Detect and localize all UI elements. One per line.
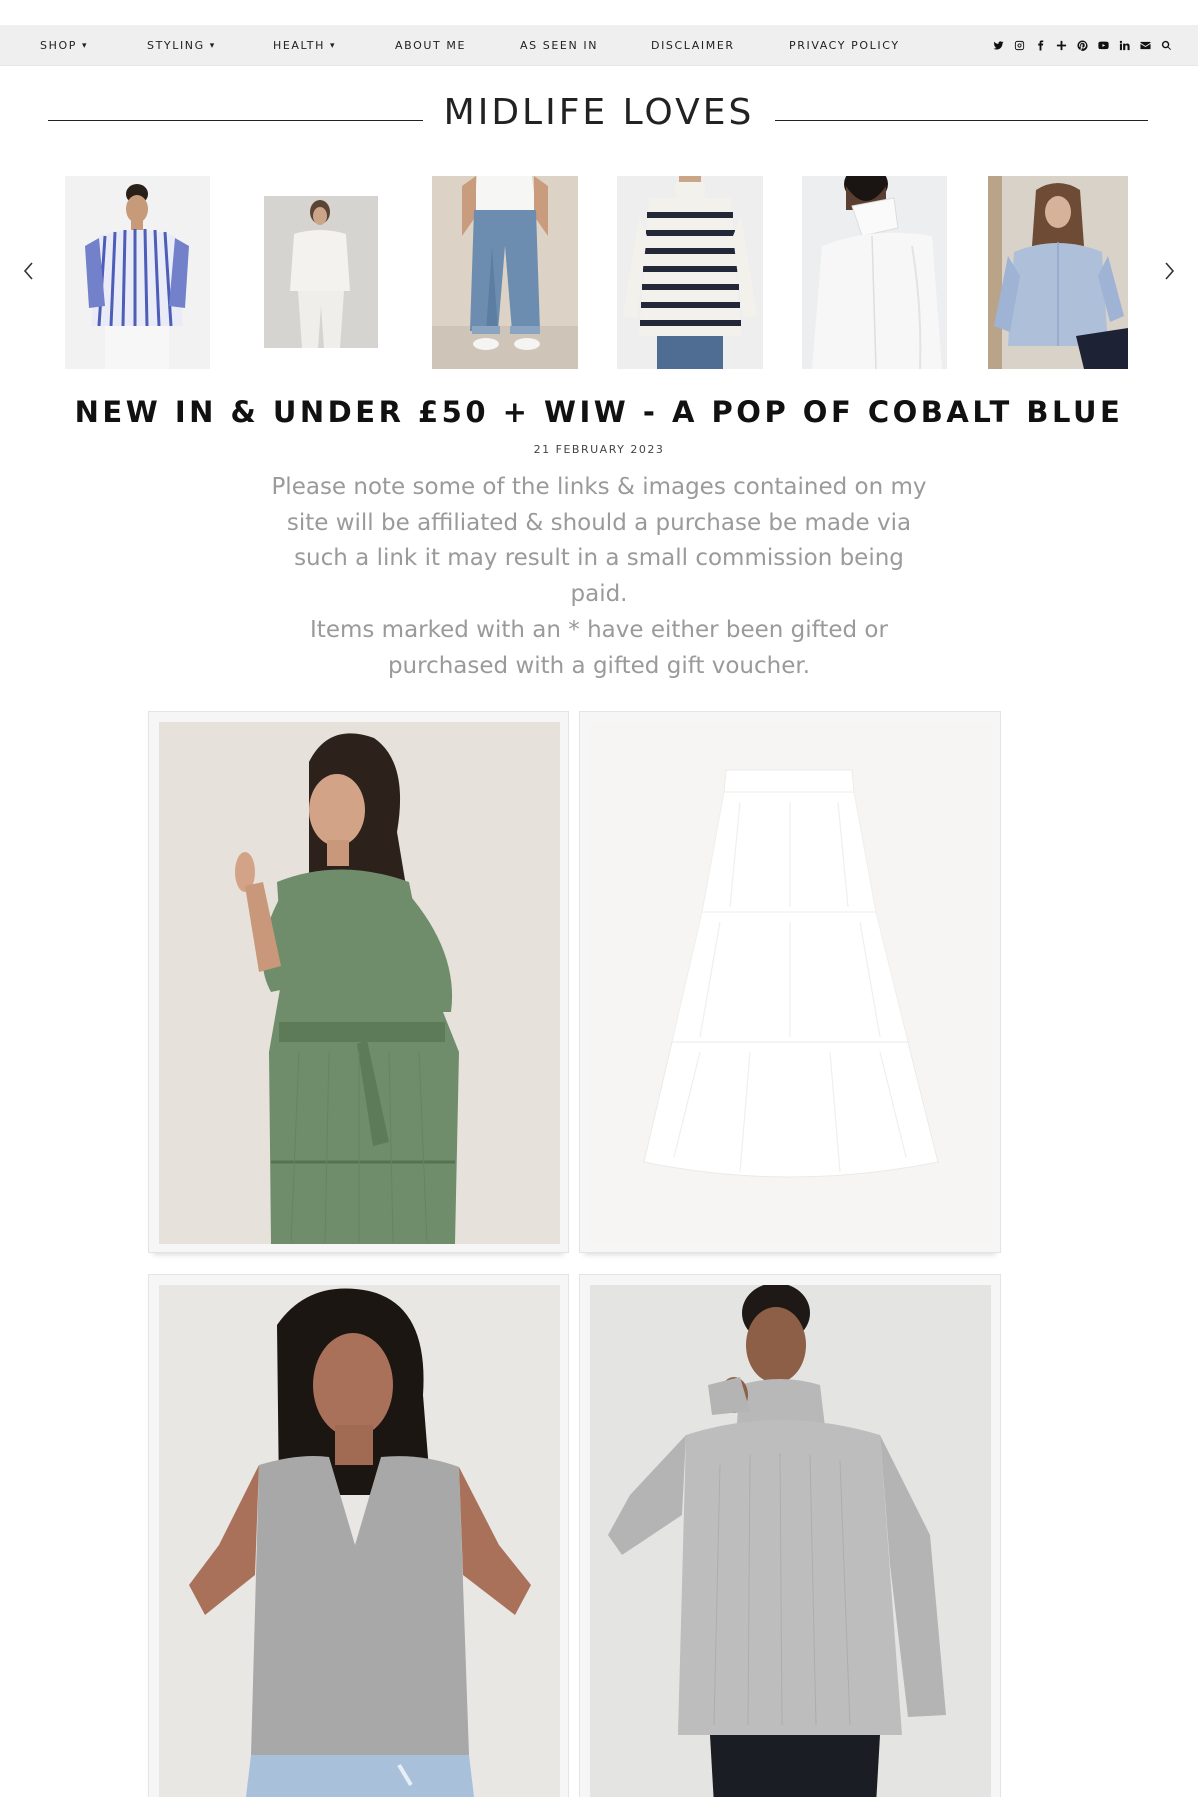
carousel-item[interactable] <box>432 176 578 369</box>
post-date: 21 FEBRUARY 2023 <box>533 443 665 456</box>
nav-item-label: DISCLAIMER <box>651 39 735 52</box>
carousel-item[interactable] <box>617 176 763 369</box>
nav-item-health[interactable]: HEALTH ▾ <box>273 25 336 66</box>
product-image <box>159 1285 560 1797</box>
nav-item-label: HEALTH <box>273 39 325 52</box>
linkedin-icon[interactable] <box>1118 40 1130 52</box>
post-title[interactable]: NEW IN & UNDER £50 + WIW - A POP OF COBA… <box>0 395 1198 429</box>
nav-item-privacy-policy[interactable]: PRIVACY POLICY <box>789 25 900 66</box>
carousel-next-button[interactable] <box>1162 260 1182 286</box>
carousel-item[interactable] <box>988 176 1128 369</box>
carousel-image <box>988 176 1128 369</box>
nav-item-about-me[interactable]: ABOUT ME <box>395 25 466 66</box>
affiliate-disclaimer: Please note some of the links & images c… <box>270 470 928 684</box>
search-icon[interactable] <box>1160 40 1172 52</box>
product-card[interactable] <box>579 1274 1001 1797</box>
carousel-image <box>432 176 578 369</box>
product-card[interactable] <box>148 711 569 1253</box>
product-card[interactable] <box>579 711 1001 1253</box>
carousel-image <box>65 176 210 369</box>
site-title: MIDLIFE LOVES <box>429 92 769 133</box>
bloglovin-icon[interactable] <box>1055 40 1067 52</box>
carousel-item[interactable] <box>802 176 947 369</box>
nav-item-label: AS SEEN IN <box>520 39 599 52</box>
pinterest-icon[interactable] <box>1076 40 1088 52</box>
chevron-left-icon <box>23 262 33 280</box>
nav-item-label: SHOP <box>40 39 77 52</box>
carousel-image <box>617 176 763 369</box>
nav-item-label: ABOUT ME <box>395 39 467 52</box>
top-nav: SHOP ▾ STYLING ▾ HEALTH ▾ ABOUT ME AS SEEN … <box>0 25 1198 66</box>
chevron-down-icon: ▾ <box>81 41 89 51</box>
youtube-icon[interactable] <box>1097 40 1109 52</box>
product-image <box>159 722 560 1244</box>
nav-item-label: STYLING <box>147 39 205 52</box>
carousel-prev-button[interactable] <box>22 260 42 286</box>
carousel-item[interactable] <box>264 196 378 348</box>
nav-item-disclaimer[interactable]: DISCLAIMER <box>651 25 735 66</box>
nav-item-shop[interactable]: SHOP ▾ <box>40 25 88 66</box>
nav-item-styling[interactable]: STYLING ▾ <box>147 25 216 66</box>
carousel-item[interactable] <box>65 176 210 369</box>
chevron-down-icon: ▾ <box>209 41 216 51</box>
site-logo[interactable]: MIDLIFE LOVES <box>0 92 1198 133</box>
email-icon[interactable] <box>1139 40 1151 52</box>
nav-item-as-seen-in[interactable]: AS SEEN IN <box>520 25 598 66</box>
chevron-right-icon <box>1165 262 1175 280</box>
carousel-image <box>264 196 378 348</box>
product-image <box>590 1285 991 1797</box>
carousel-image <box>802 176 947 369</box>
instagram-icon[interactable] <box>1013 40 1025 52</box>
twitter-icon[interactable] <box>992 40 1004 52</box>
chevron-down-icon: ▾ <box>329 41 337 51</box>
product-image <box>590 722 992 1244</box>
disclaimer-text: Please note some of the links & images c… <box>271 474 927 608</box>
facebook-icon[interactable] <box>1034 40 1046 52</box>
product-card[interactable] <box>148 1274 569 1797</box>
disclaimer-text: Items marked with an * have either been … <box>310 616 888 679</box>
social-links <box>992 25 1172 66</box>
nav-item-label: PRIVACY POLICY <box>789 39 900 52</box>
